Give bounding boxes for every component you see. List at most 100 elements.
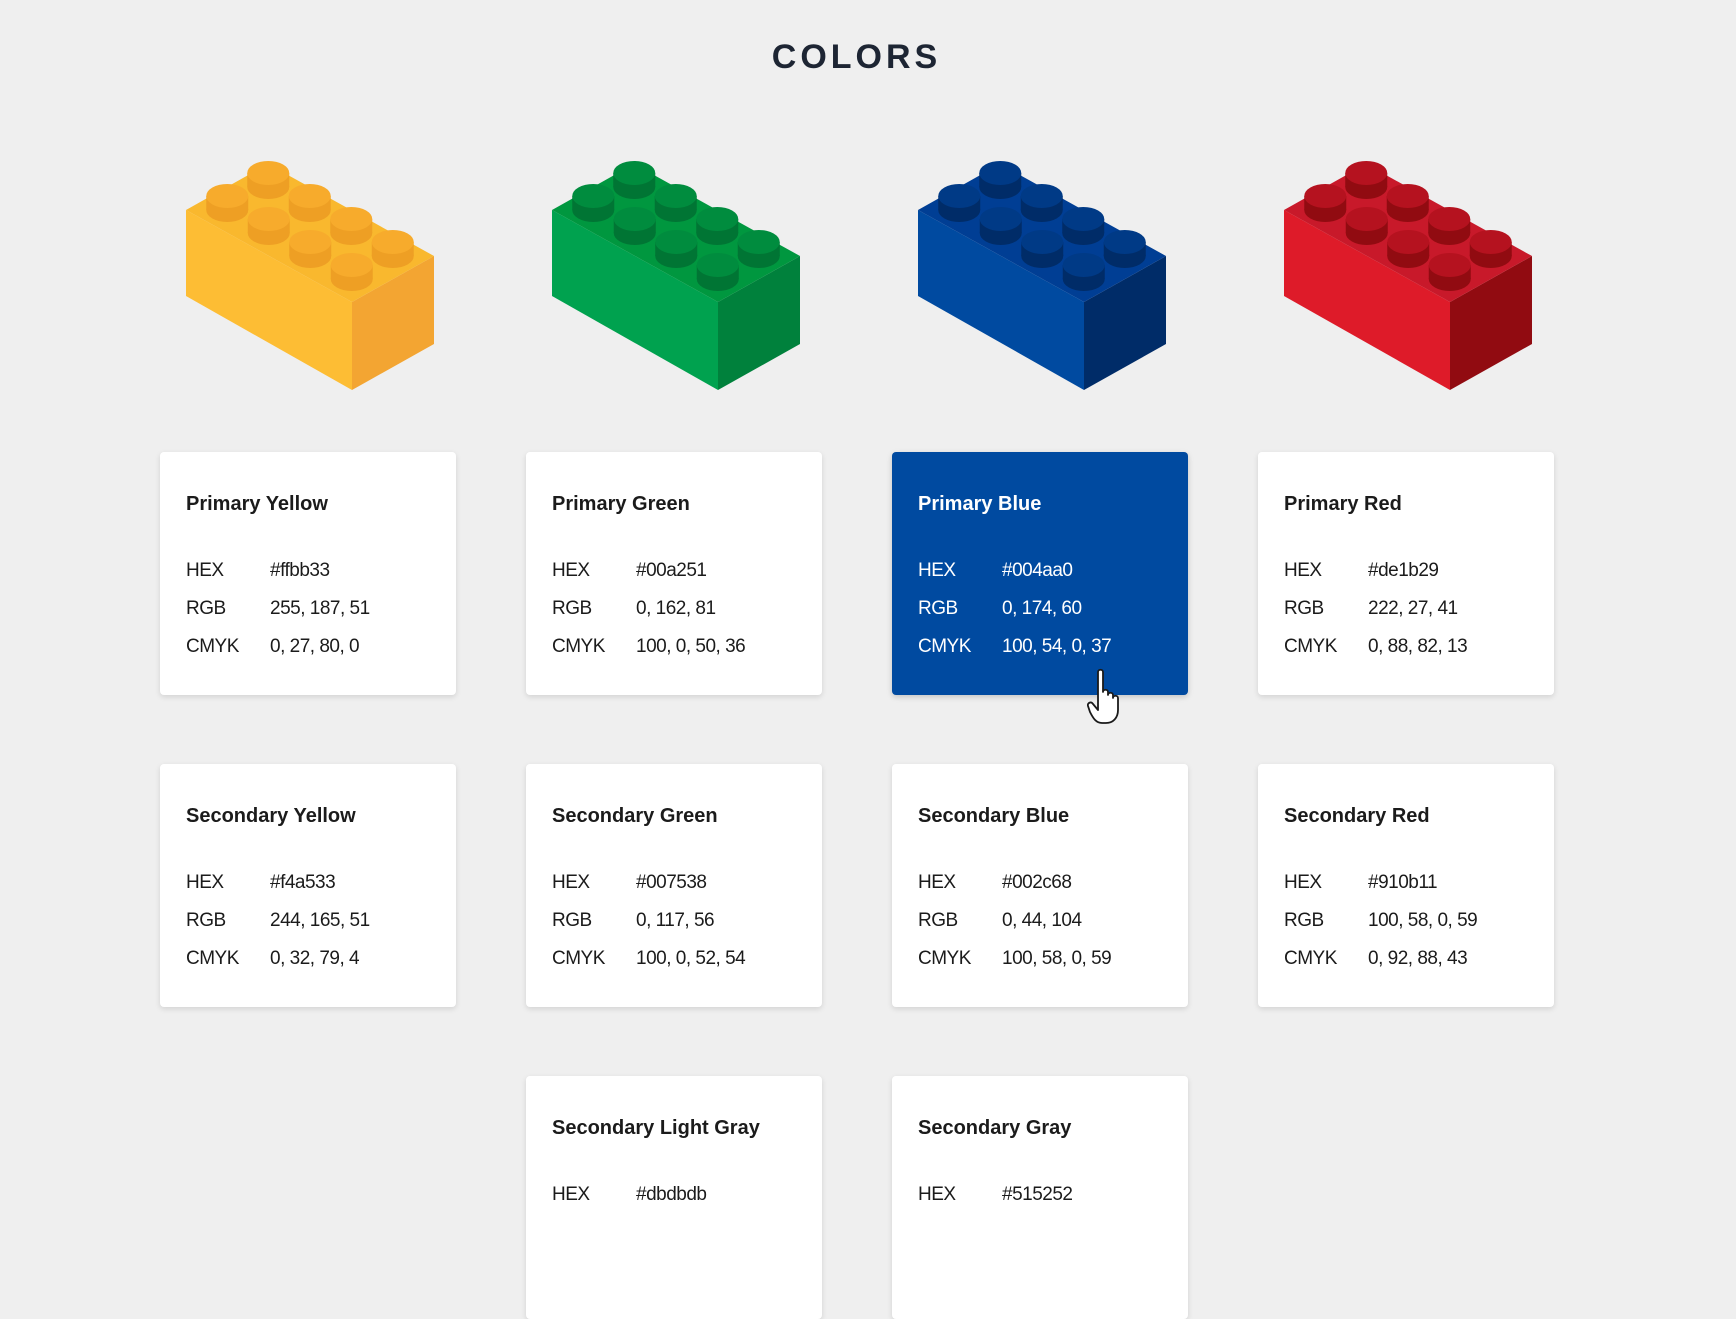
rgb-label: RGB <box>552 910 592 931</box>
color-name: Secondary Light Gray <box>552 1117 760 1139</box>
color-name: Secondary Gray <box>918 1117 1072 1139</box>
color-card-secondary-yellow[interactable]: Secondary Yellow HEX #f4a533 RGB 244, 165,… <box>160 764 456 1007</box>
stud <box>1020 184 1063 222</box>
hex-row: HEX #ffbb33 <box>186 558 456 596</box>
cmyk-value: 100, 0, 50, 36 <box>636 636 746 657</box>
rgb-row: RGB 0, 162, 81 <box>552 596 822 634</box>
cmyk-label: CMYK <box>552 636 605 657</box>
rgb-label: RGB <box>918 910 958 931</box>
stud <box>206 184 249 222</box>
color-name: Primary Red <box>1284 493 1402 515</box>
rgb-value: 0, 117, 56 <box>636 910 715 931</box>
hex-row: HEX #515252 <box>918 1182 1188 1220</box>
rgb-row: RGB 0, 44, 104 <box>918 908 1188 946</box>
stud <box>938 184 981 222</box>
cmyk-label: CMYK <box>552 948 605 969</box>
hex-label: HEX <box>186 872 224 893</box>
rgb-row: RGB 100, 58, 0, 59 <box>1284 908 1554 946</box>
hex-row: HEX #910b11 <box>1284 870 1554 908</box>
rgb-value: 244, 165, 51 <box>270 910 370 931</box>
color-card-secondary-blue[interactable]: Secondary Blue HEX #002c68 RGB 0, 44, 104 … <box>892 764 1188 1007</box>
stud <box>613 207 656 245</box>
rgb-row: RGB 244, 165, 51 <box>186 908 456 946</box>
hex-label: HEX <box>186 560 224 581</box>
cmyk-label: CMYK <box>1284 636 1337 657</box>
hex-value: #910b11 <box>1368 872 1438 893</box>
rgb-row: RGB 0, 174, 60 <box>918 596 1188 634</box>
hex-value: #007538 <box>636 872 707 893</box>
green-brick <box>552 160 800 390</box>
hex-label: HEX <box>1284 872 1322 893</box>
rgb-row: RGB 255, 187, 51 <box>186 596 456 634</box>
stud <box>1387 230 1430 268</box>
cmyk-value: 0, 92, 88, 43 <box>1368 948 1468 969</box>
cmyk-value: 0, 32, 79, 4 <box>270 948 360 969</box>
rgb-value: 255, 187, 51 <box>270 598 370 619</box>
cmyk-label: CMYK <box>186 636 239 657</box>
color-card-primary-green[interactable]: Primary Green HEX #00a251 RGB 0, 162, 81 C… <box>526 452 822 695</box>
stud <box>330 207 373 245</box>
page-title: COLORS <box>771 38 942 76</box>
stud <box>737 230 780 268</box>
red-brick <box>1284 160 1532 390</box>
color-name: Primary Blue <box>918 493 1042 515</box>
cmyk-row: CMYK 0, 27, 80, 0 <box>186 634 456 672</box>
color-card-primary-blue[interactable]: Primary Blue HEX #004aa0 RGB 0, 174, 60 CM… <box>892 452 1188 695</box>
hex-row: HEX #002c68 <box>918 870 1188 908</box>
color-card-secondary-gray[interactable]: Secondary Gray HEX #515252 <box>892 1076 1188 1319</box>
color-name: Secondary Green <box>552 805 718 827</box>
cmyk-row: CMYK 100, 54, 0, 37 <box>918 634 1188 672</box>
hex-value: #00a251 <box>636 560 707 581</box>
cmyk-value: 0, 27, 80, 0 <box>270 636 360 657</box>
stud <box>1062 207 1105 245</box>
color-card-primary-red[interactable]: Primary Red HEX #de1b29 RGB 222, 27, 41 CM… <box>1258 452 1554 695</box>
color-card-secondary-green[interactable]: Secondary Green HEX #007538 RGB 0, 117, 56… <box>526 764 822 1007</box>
rgb-label: RGB <box>552 598 592 619</box>
color-name: Primary Green <box>552 493 690 515</box>
hex-value: #ffbb33 <box>270 560 330 581</box>
hex-label: HEX <box>918 872 956 893</box>
hex-value: #004aa0 <box>1002 560 1073 581</box>
color-card-secondary-red[interactable]: Secondary Red HEX #910b11 RGB 100, 58, 0, … <box>1258 764 1554 1007</box>
hex-value: #515252 <box>1002 1184 1073 1205</box>
hex-row: HEX #de1b29 <box>1284 558 1554 596</box>
hex-value: #dbdbdb <box>636 1184 707 1205</box>
stud <box>1469 230 1512 268</box>
hex-value: #002c68 <box>1002 872 1072 893</box>
stud <box>1021 230 1064 268</box>
stud <box>1103 230 1146 268</box>
cmyk-row: CMYK 0, 92, 88, 43 <box>1284 946 1554 984</box>
hex-label: HEX <box>918 560 956 581</box>
rgb-value: 0, 174, 60 <box>1002 598 1082 619</box>
stud <box>655 230 698 268</box>
stud <box>247 161 290 199</box>
rgb-row: RGB 222, 27, 41 <box>1284 596 1554 634</box>
stud <box>371 230 414 268</box>
stud <box>289 230 332 268</box>
cmyk-label: CMYK <box>918 636 971 657</box>
color-name: Secondary Red <box>1284 805 1430 827</box>
cmyk-row: CMYK 100, 58, 0, 59 <box>918 946 1188 984</box>
color-card-secondary-light-gray[interactable]: Secondary Light Gray HEX #dbdbdb <box>526 1076 822 1319</box>
stud <box>288 184 331 222</box>
color-card-primary-yellow[interactable]: Primary Yellow HEX #ffbb33 RGB 255, 187, 5… <box>160 452 456 695</box>
cmyk-label: CMYK <box>918 948 971 969</box>
color-name: Secondary Yellow <box>186 805 356 827</box>
hex-label: HEX <box>1284 560 1322 581</box>
stud <box>1428 207 1471 245</box>
rgb-row: RGB 0, 117, 56 <box>552 908 822 946</box>
stud <box>572 184 615 222</box>
blue-brick <box>918 160 1166 390</box>
hex-value: #f4a533 <box>270 872 336 893</box>
color-name: Primary Yellow <box>186 493 328 515</box>
cmyk-row: CMYK 100, 0, 52, 54 <box>552 946 822 984</box>
stud <box>1386 184 1429 222</box>
hex-label: HEX <box>918 1184 956 1205</box>
hex-label: HEX <box>552 560 590 581</box>
rgb-value: 0, 162, 81 <box>636 598 716 619</box>
stud <box>247 207 290 245</box>
stud <box>330 253 373 291</box>
hex-row: HEX #dbdbdb <box>552 1182 822 1220</box>
hex-row: HEX #f4a533 <box>186 870 456 908</box>
rgb-value: 222, 27, 41 <box>1368 598 1458 619</box>
